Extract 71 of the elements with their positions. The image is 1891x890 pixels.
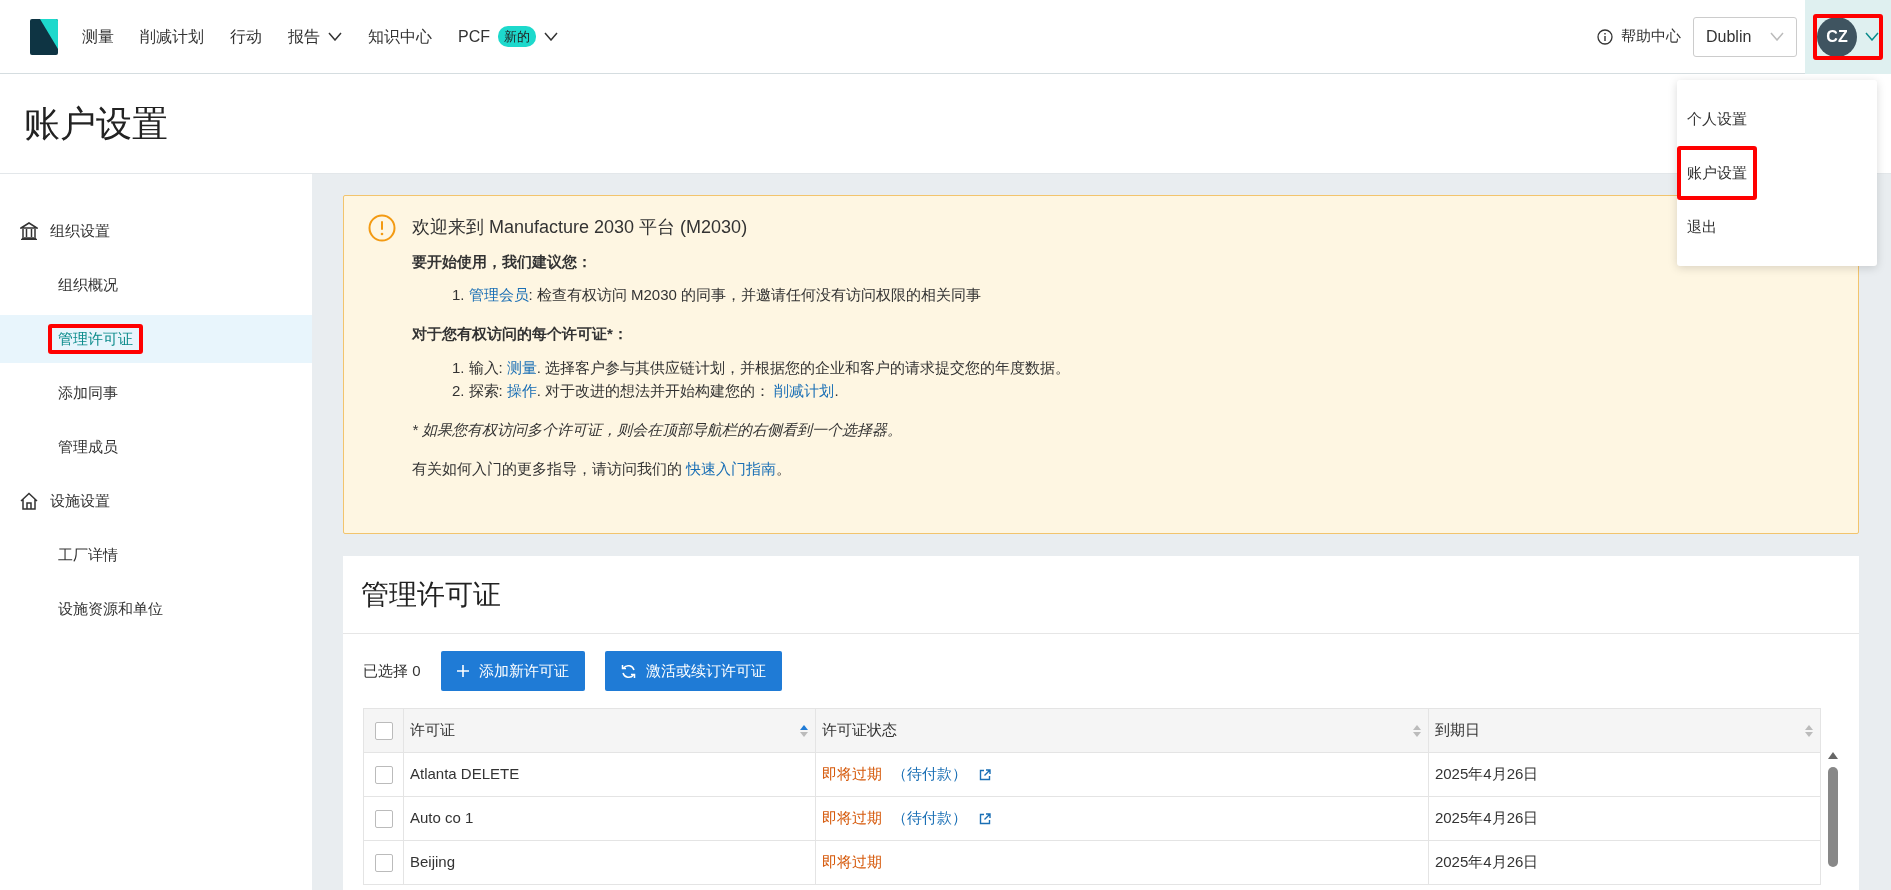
avatar: CZ [1817,16,1857,57]
card-title: 管理许可证 [361,577,501,612]
bank-icon [20,222,38,240]
sidebar-item[interactable]: 管理许可证 [0,315,312,363]
scroll-up-arrow-icon [1828,752,1839,759]
table-cell: Atlanta DELETE [403,752,816,797]
footnote-text: * 如果您有权访问多个许可证，则会在顶部导航栏的右侧看到一个选择器。 [412,420,903,441]
status-text: 即将过期 [821,808,882,829]
nav-link[interactable]: 报告 [288,24,342,49]
table-cell: 2025年4月26日 [1428,796,1821,841]
new-badge: 新的 [498,25,536,48]
sidebar-item[interactable]: 组织概况 [0,258,312,312]
guide-text: 有关如何入门的更多指导，请访问我们的 快速入门指南。 [412,459,793,480]
plus-icon [456,665,469,677]
column-header[interactable]: 许可证状态 [821,719,897,742]
action-button[interactable]: 添加新许可证 [440,651,585,691]
banner-heading: 要开始使用，我们建议您： [412,251,593,272]
home-icon [20,492,38,510]
banner-title: 欢迎来到 Manufacture 2030 平台 (M2030) [412,216,749,239]
sidebar-item[interactable]: 设施资源和单位 [0,582,312,636]
table-cell: 2025年4月26日 [1428,752,1821,797]
user-menu-button[interactable]: CZ [1813,13,1883,60]
refresh-icon [620,663,636,679]
instruction-text: 1. 输入: 测量. 选择客户参与其供应链计划，并根据您的企业和客户的请求提交您的年度数据。 [452,357,1071,378]
warning-icon [368,214,396,242]
sidebar-group-label: 设施设置 [50,490,110,511]
instruction-text: 1. 管理会员: 检查有权访问 M2030 的同事，并邀请任何没有访问权限的相关同事 [452,285,983,306]
site-selector[interactable]: Dublin [1693,16,1797,57]
payment-link[interactable]: （待付款） [891,807,967,830]
chevron-down-icon [544,32,558,41]
text-link[interactable]: 快速入门指南 [686,460,777,478]
nav-link[interactable]: 行动 [230,24,262,49]
row-checkbox[interactable] [374,765,393,784]
help-center-link[interactable]: 帮助中心 [1597,25,1681,48]
text-link[interactable]: 测量 [506,358,537,376]
menu-item[interactable]: 账户设置 [1677,146,1757,200]
table-cell: Beijing [403,840,816,885]
selected-count: 已选择 0 [363,660,421,681]
status-text: 即将过期 [821,764,882,785]
instruction-text: 2. 探索: 操作. 对于改进的想法并开始构建您的： 削减计划. [452,380,840,401]
banner-heading: 对于您有权访问的每个许可证*： [412,324,629,345]
column-header[interactable]: 许可证 [410,719,455,742]
chevron-down-icon [328,32,342,41]
select-all-checkbox[interactable] [374,721,393,740]
text-link[interactable]: 管理会员 [468,286,529,304]
action-button[interactable]: 激活或续订许可证 [604,651,782,691]
table-cell: 2025年4月26日 [1428,840,1821,885]
sidebar-item[interactable]: 添加同事 [0,366,312,420]
menu-item[interactable]: 退出 [1677,200,1727,254]
nav-link[interactable]: PCF 新的 [458,24,558,49]
column-header[interactable]: 到期日 [1434,719,1480,742]
menu-item[interactable]: 个人设置 [1677,92,1757,146]
row-checkbox[interactable] [374,853,393,872]
status-text: 即将过期 [821,852,882,873]
chevron-down-icon [1865,32,1879,41]
row-checkbox[interactable] [374,809,393,828]
sidebar-item[interactable]: 工厂详情 [0,528,312,582]
nav-link[interactable]: 削减计划 [140,24,204,49]
payment-link[interactable]: （待付款） [891,763,967,786]
scrollbar-thumb[interactable] [1828,767,1839,867]
logo-icon [30,18,58,55]
nav-link[interactable]: 知识中心 [368,24,432,49]
table-cell: Auto co 1 [403,796,816,841]
info-icon [1597,28,1613,45]
page-title: 账户设置 [24,101,168,146]
chevron-down-icon [1770,32,1784,41]
sidebar-item[interactable]: 管理成员 [0,420,312,474]
text-link[interactable]: 削减计划 [774,381,835,399]
text-link[interactable]: 操作 [506,381,537,399]
sidebar-group-label: 组织设置 [50,220,110,241]
nav-link[interactable]: 测量 [82,24,114,49]
